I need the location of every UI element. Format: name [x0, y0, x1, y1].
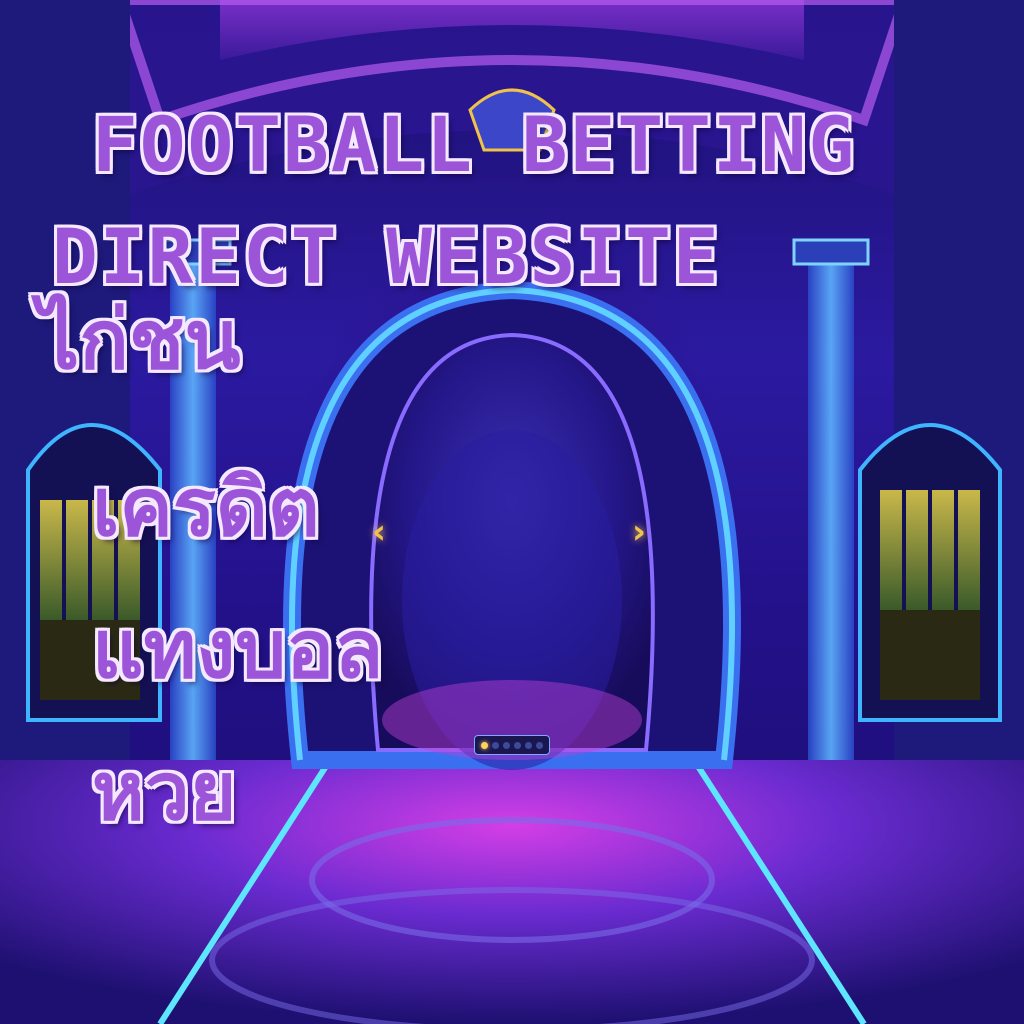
headline-line-2: DIRECT WEBSITE — [52, 212, 721, 301]
thai-label-cockfighting: ไก่ชน — [38, 293, 241, 388]
chevron-left-icon[interactable]: ‹ — [372, 512, 386, 552]
pager-dot[interactable] — [514, 741, 521, 749]
pager-dot[interactable] — [492, 741, 499, 749]
pager-dot[interactable] — [536, 741, 543, 749]
pager-dot[interactable] — [525, 741, 532, 749]
thai-label-credit: เครดิต — [92, 461, 320, 554]
headline-line-1: FOOTBALL BETTING — [92, 100, 857, 189]
pager-dot[interactable] — [481, 741, 488, 749]
thai-label-lottery: หวย — [92, 745, 237, 838]
chevron-right-icon[interactable]: › — [632, 512, 646, 552]
carousel-pager[interactable] — [474, 735, 550, 755]
pager-dot[interactable] — [503, 741, 510, 749]
game-lobby-scene: FOOTBALL BETTING DIRECT WEBSITE ไก่ชน เค… — [0, 0, 1024, 1024]
thai-label-football-betting: แทงบอล — [92, 603, 384, 696]
